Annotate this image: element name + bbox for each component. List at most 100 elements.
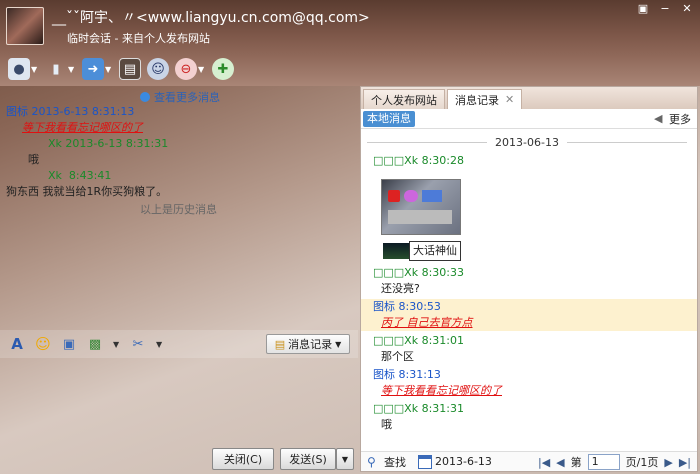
list-item: Xk 8:43:41 狗东西 我就当给1R你买狗粮了。 bbox=[6, 168, 351, 200]
tab-bar: 个人发布网站 消息记录 ✕ bbox=[361, 87, 697, 109]
message-text: 丙了 自己去官方点 bbox=[381, 316, 473, 329]
add-user-icon: ✚ bbox=[212, 58, 234, 80]
message-text: 哦 bbox=[28, 153, 39, 166]
camera-icon: ● bbox=[8, 58, 30, 80]
close-window-icon[interactable]: ✕ bbox=[678, 2, 696, 16]
message-header: □□□Xk 8:31:31 bbox=[373, 402, 464, 415]
list-item: 图标 8:31:13 等下我看看忘记哪区的了 bbox=[361, 367, 697, 399]
calendar-icon[interactable] bbox=[418, 454, 432, 469]
date-picker-value[interactable]: 2013-6-13 bbox=[435, 455, 492, 468]
find-button[interactable]: 查找 bbox=[384, 454, 406, 470]
window-title: __ˇˇ阿宇、〃<www.liangyu.cn.com@qq.com> bbox=[52, 10, 370, 26]
block-user-icon: ⊖ bbox=[175, 58, 197, 80]
list-item: 图标 8:30:53 丙了 自己去官方点 bbox=[361, 299, 697, 331]
message-header: Xk 8:43:41 bbox=[48, 169, 112, 182]
chevron-down-icon[interactable]: ▼ bbox=[31, 65, 39, 74]
add-friend-button[interactable]: ✚ bbox=[212, 56, 234, 82]
local-messages-tab[interactable]: 本地消息 bbox=[363, 111, 415, 127]
window-subtitle: ★ 临时会话 - 来自个人发布网站 bbox=[52, 30, 210, 72]
message-record-label: 消息记录 bbox=[288, 338, 333, 351]
message-text: 等下我看看忘记哪区的了 bbox=[22, 121, 143, 134]
title-bar: __ˇˇ阿宇、〃<www.liangyu.cn.com@qq.com> ★ 临时… bbox=[0, 0, 700, 72]
transfer-file-button[interactable]: ➜ ▼ bbox=[82, 56, 113, 82]
view-more-messages-link[interactable]: 查看更多消息 bbox=[140, 89, 220, 105]
microphone-icon: ▮ bbox=[52, 61, 60, 77]
message-text: 还没亮? bbox=[381, 282, 420, 295]
image-icon[interactable]: ▩ bbox=[86, 335, 104, 353]
font-icon[interactable]: A bbox=[8, 335, 26, 353]
more-label: 更多 bbox=[669, 113, 691, 126]
shake-window-icon[interactable]: ▣ bbox=[60, 335, 78, 353]
send-options-button[interactable]: ▼ bbox=[336, 448, 354, 470]
list-item: □□□Xk 8:30:33 还没亮? bbox=[361, 265, 697, 297]
message-text: 等下我看看忘记哪区的了 bbox=[381, 384, 502, 397]
chevron-down-icon[interactable]: ▼ bbox=[113, 340, 121, 349]
history-divider: 以上是历史消息 bbox=[140, 203, 217, 216]
screen-share-button[interactable]: ▤ bbox=[119, 56, 141, 82]
chevron-down-icon[interactable]: ▼ bbox=[105, 65, 113, 74]
view-profile-button[interactable]: ☺ bbox=[147, 56, 169, 82]
chevron-down-icon: ▼ bbox=[335, 339, 342, 349]
tab-personal-site[interactable]: 个人发布网站 bbox=[363, 89, 445, 109]
speaker-icon: ◀ bbox=[654, 112, 663, 125]
chat-log: 图标 2013-6-13 8:31:13 等下我看看忘记哪区的了 Xk 2013… bbox=[6, 104, 351, 200]
voice-call-button[interactable]: ▮ ▼ bbox=[45, 56, 76, 82]
message-text: 哦 bbox=[381, 418, 392, 431]
chevron-down-icon[interactable]: ▼ bbox=[156, 340, 164, 349]
thumbnail-image[interactable] bbox=[383, 243, 409, 259]
emoji-icon[interactable]: ☺ bbox=[34, 335, 52, 353]
list-item: □□□Xk 8:30:28 大话神仙 bbox=[361, 153, 697, 263]
side-panel: 个人发布网站 消息记录 ✕ 本地消息 ◀ 更多 2013-06-13 □□□Xk … bbox=[360, 86, 698, 472]
message-header: 图标 8:30:53 bbox=[373, 300, 441, 313]
screenshot-icon: ▤ bbox=[119, 58, 141, 80]
window-controls: ▣ − ✕ bbox=[634, 2, 696, 16]
session-type-label: 临时会话 - 来自个人发布网站 bbox=[67, 32, 210, 45]
more-button[interactable]: ◀ 更多 bbox=[654, 111, 691, 127]
search-icon[interactable]: ⚲ bbox=[367, 455, 381, 469]
prev-page-icon[interactable]: ◀ bbox=[556, 456, 564, 469]
close-button[interactable]: 关闭(C) bbox=[212, 448, 274, 470]
chevron-down-icon[interactable]: ▼ bbox=[68, 65, 76, 74]
screenshot-image[interactable] bbox=[381, 179, 461, 235]
message-header: □□□Xk 8:31:01 bbox=[373, 334, 464, 347]
message-record-button[interactable]: ▤ 消息记录 ▼ bbox=[266, 334, 350, 354]
chevron-down-icon: ▼ bbox=[341, 454, 349, 464]
video-call-button[interactable]: ● ▼ bbox=[8, 56, 39, 82]
close-tab-icon[interactable]: ✕ bbox=[505, 93, 514, 106]
message-header: □□□Xk 8:30:28 bbox=[373, 154, 464, 167]
settings-window-icon[interactable]: ▣ bbox=[634, 2, 652, 16]
record-subbar: 本地消息 ◀ 更多 bbox=[361, 109, 697, 129]
message-text: 狗东西 我就当给1R你买狗粮了。 bbox=[6, 185, 168, 198]
block-user-button[interactable]: ⊖ ▼ bbox=[175, 56, 206, 82]
tooltip: 大话神仙 bbox=[409, 241, 461, 261]
first-page-icon[interactable]: |◀ bbox=[538, 456, 550, 469]
screen-capture-icon[interactable]: ✂ bbox=[129, 335, 147, 353]
last-page-icon[interactable]: ▶| bbox=[679, 456, 691, 469]
list-item: □□□Xk 8:31:01 那个区 bbox=[361, 333, 697, 365]
message-header: Xk 2013-6-13 8:31:31 bbox=[48, 137, 169, 150]
tab-message-record[interactable]: 消息记录 ✕ bbox=[447, 89, 523, 109]
date-separator: 2013-06-13 bbox=[367, 135, 687, 149]
message-header: 图标 8:31:13 bbox=[373, 368, 441, 381]
transfer-file-icon: ➜ bbox=[82, 58, 104, 80]
chat-toolbar: ● ▼ ▮ ▼ ➜ ▼ ▤ ☺ ⊖ ▼ ✚ bbox=[0, 52, 700, 86]
input-toolbar: A ☺ ▣ ▩ ▼ ✂ ▼ ▤ 消息记录 ▼ bbox=[0, 330, 358, 358]
image-message[interactable]: 大话神仙 bbox=[381, 173, 697, 263]
page-input[interactable]: 1 bbox=[587, 454, 620, 470]
list-item: Xk 2013-6-13 8:31:31 哦 bbox=[6, 136, 351, 168]
clock-icon bbox=[140, 92, 150, 102]
chevron-down-icon[interactable]: ▼ bbox=[198, 65, 206, 74]
record-icon: ▤ bbox=[274, 337, 286, 351]
message-text: 那个区 bbox=[381, 350, 414, 363]
list-item: 图标 2013-6-13 8:31:13 等下我看看忘记哪区的了 bbox=[6, 104, 351, 136]
avatar[interactable] bbox=[6, 7, 44, 45]
send-button[interactable]: 发送(S) bbox=[280, 448, 336, 470]
message-header: 图标 2013-6-13 8:31:13 bbox=[6, 105, 135, 118]
minimize-icon[interactable]: − bbox=[656, 2, 674, 16]
next-page-icon[interactable]: ▶ bbox=[664, 456, 672, 469]
record-footer: ⚲ 查找 2013-6-13 |◀ ◀ 第 1 页/1页 ▶ ▶| bbox=[361, 451, 697, 471]
list-item: □□□Xk 8:31:31 哦 bbox=[361, 401, 697, 433]
message-record-log: □□□Xk 8:30:28 大话神仙 □□□Xk 8:30:33 还没亮? 图标… bbox=[361, 153, 697, 435]
pager: |◀ ◀ 第 1 页/1页 ▶ ▶| bbox=[538, 454, 691, 470]
page-total: 页/1页 bbox=[625, 456, 659, 469]
